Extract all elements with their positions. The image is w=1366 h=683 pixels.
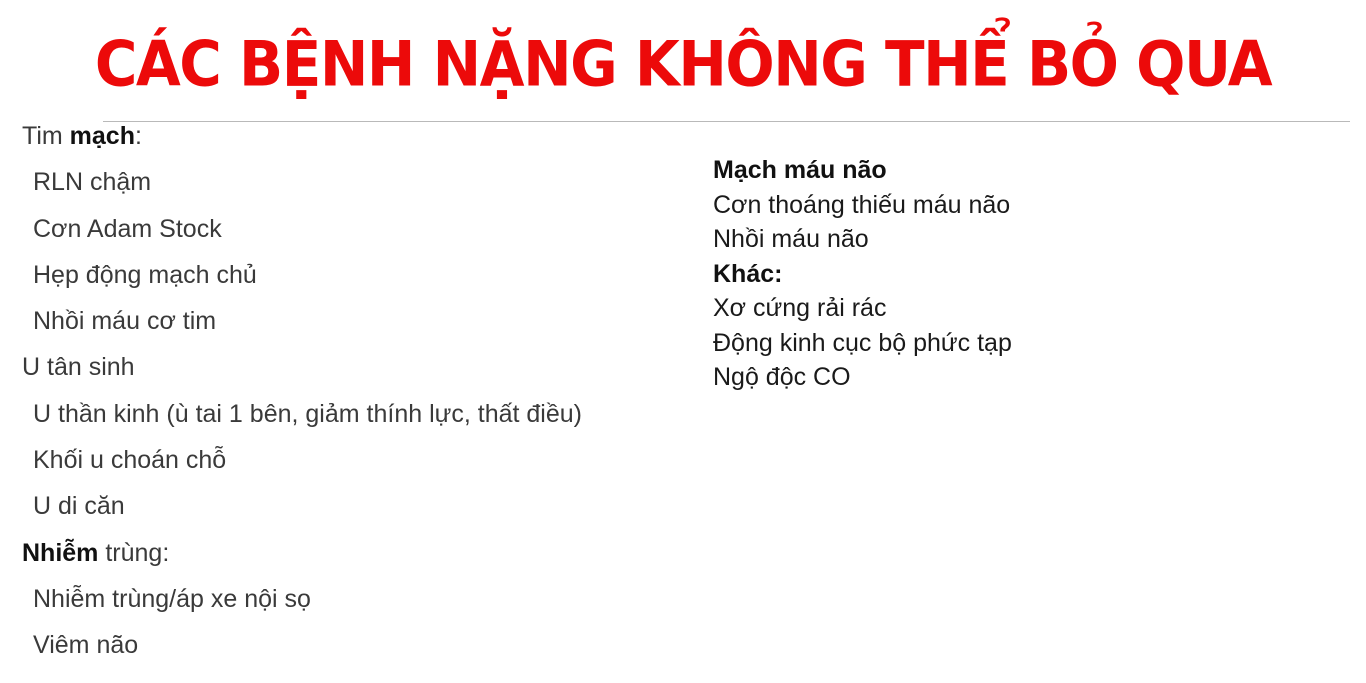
cardio-bold: mạch bbox=[69, 122, 135, 150]
list-item: Nhiễm trùng/áp xe nội sọ bbox=[33, 584, 311, 613]
list-item: Viêm não bbox=[33, 631, 139, 660]
list-item: RLN chậm bbox=[33, 168, 152, 197]
left-column: Tim mạch: RLN chậm Cơn Adam Stock Hẹp độ… bbox=[22, 118, 702, 674]
section-heading-other: Khác: bbox=[713, 259, 783, 288]
list-item: Ngộ độc CO bbox=[713, 363, 851, 391]
list-item: Cơn Adam Stock bbox=[33, 214, 222, 243]
cardio-suffix: : bbox=[134, 122, 142, 150]
list-item: Khối u choán chỗ bbox=[33, 446, 227, 475]
list-item: Nhồi máu não bbox=[713, 225, 869, 253]
section-heading-cardio: Tim mạch: bbox=[22, 118, 702, 164]
page-title: CÁC BỆNH NẶNG KHÔNG THỂ BỎ QUA bbox=[94, 27, 1273, 101]
list-item: U di căn bbox=[33, 492, 125, 521]
infection-bold: Nhiễm bbox=[22, 538, 99, 567]
list-item: Xơ cứng rải rác bbox=[713, 294, 887, 322]
section-heading-neoplasm: U tân sinh bbox=[22, 353, 135, 382]
list-item: Cơn thoáng thiếu máu não bbox=[713, 190, 1011, 219]
cardio-prefix: Tim bbox=[22, 122, 70, 150]
infection-suffix: trùng: bbox=[98, 538, 170, 567]
list-item: Nhồi máu cơ tim bbox=[33, 307, 217, 336]
list-item: U thần kinh (ù tai 1 bên, giảm thính lực… bbox=[33, 399, 582, 428]
section-heading-infection: Nhiễm trùng: bbox=[22, 535, 702, 581]
list-item: Động kinh cục bộ phức tạp bbox=[713, 328, 1012, 357]
list-item: Hẹp động mạch chủ bbox=[33, 260, 257, 289]
right-column: Mạch máu não Cơn thoáng thiếu máu não Nh… bbox=[713, 153, 1333, 395]
section-heading-cerebrovascular: Mạch máu não bbox=[713, 156, 887, 184]
